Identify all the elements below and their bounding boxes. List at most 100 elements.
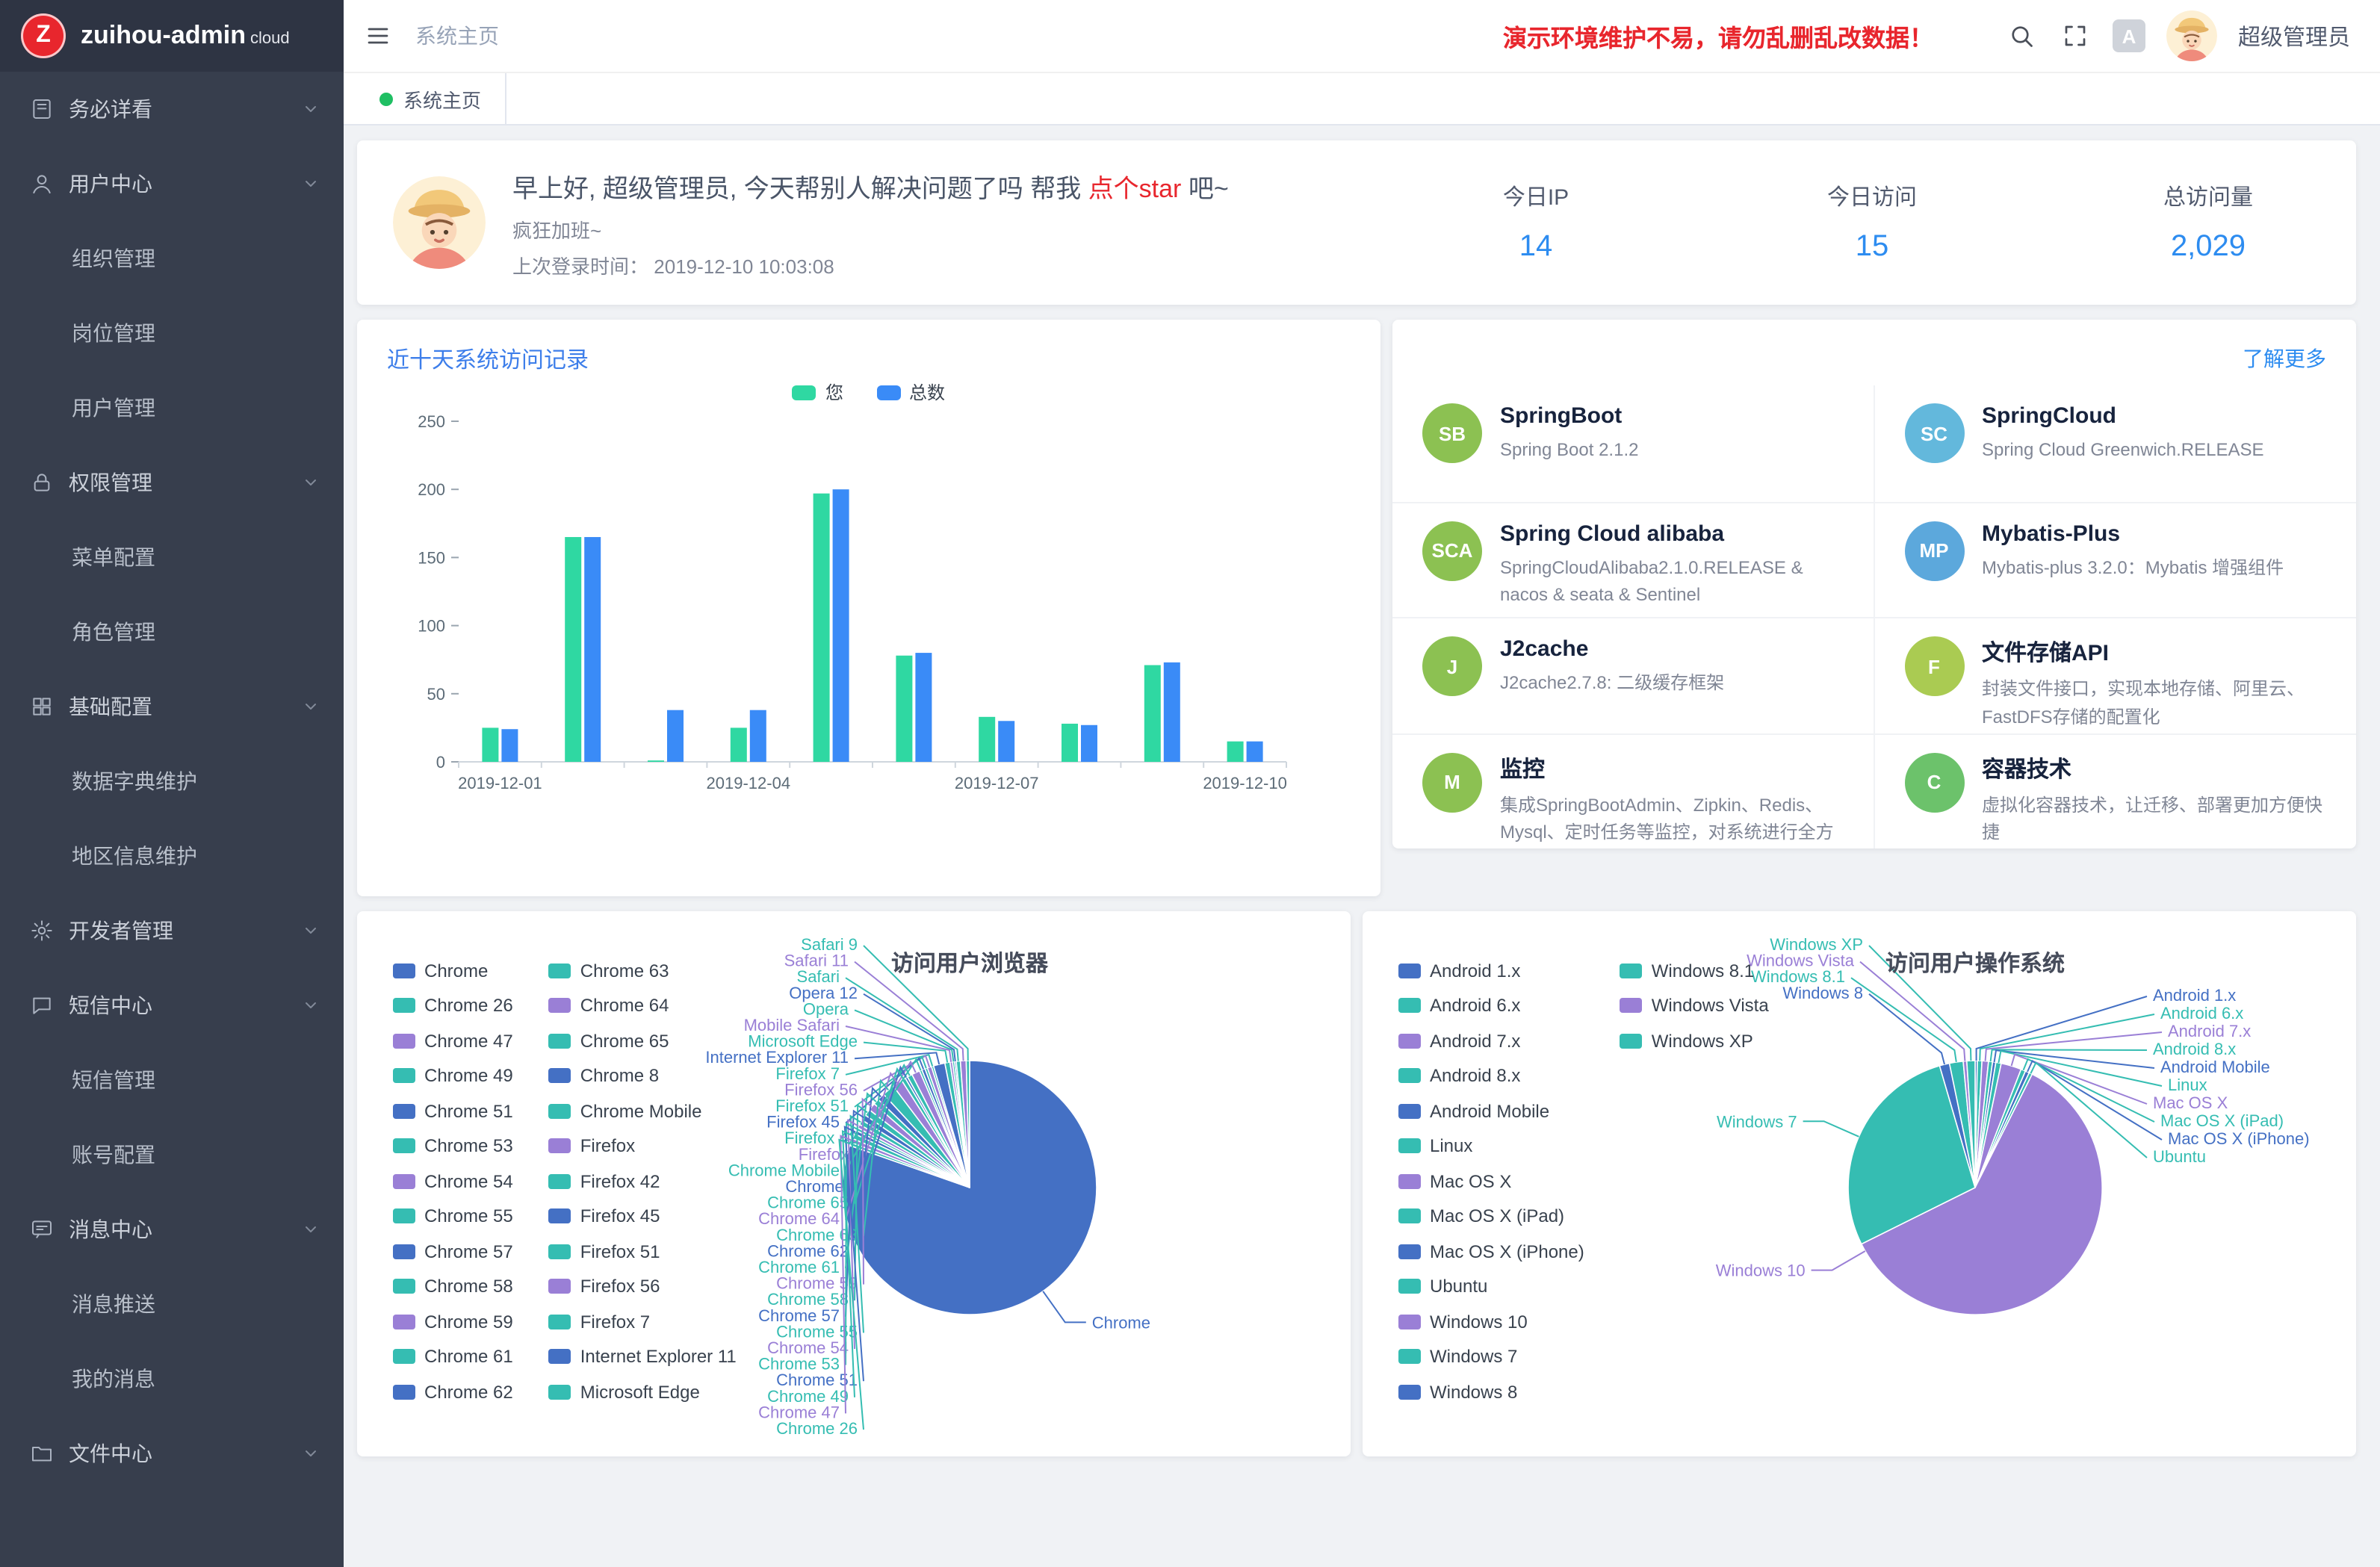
sidebar-subitem-org-mgmt[interactable]: 组织管理 (0, 221, 344, 296)
sidebar-subitem-menu-config[interactable]: 菜单配置 (0, 520, 344, 595)
legend-item-Android 7.x[interactable]: Android 7.x (1398, 1023, 1584, 1058)
legend-item-Chrome 51[interactable]: Chrome 51 (393, 1093, 513, 1129)
legend-item-Windows 8.1[interactable]: Windows 8.1 (1620, 953, 1769, 988)
logo[interactable]: Z zuihou-admincloud (0, 0, 344, 72)
legend-swatch (1398, 1069, 1421, 1084)
sidebar-subitem-region-info[interactable]: 地区信息维护 (0, 819, 344, 893)
legend-item-Windows Vista[interactable]: Windows Vista (1620, 988, 1769, 1023)
legend-item-Android 6.x[interactable]: Android 6.x (1398, 988, 1584, 1023)
legend-swatch (393, 1174, 415, 1189)
tab-home[interactable]: 系统主页 (356, 73, 506, 124)
sidebar-item-user-center[interactable]: 用户中心 (0, 146, 344, 221)
legend-item-Mac OS X (iPhone)[interactable]: Mac OS X (iPhone) (1398, 1234, 1584, 1269)
legend-label: Windows 10 (1430, 1312, 1528, 1332)
legend-item-Chrome 63[interactable]: Chrome 63 (549, 953, 737, 988)
sidebar-item-file-center[interactable]: 文件中心 (0, 1416, 344, 1491)
legend-item-Chrome 65[interactable]: Chrome 65 (549, 1023, 737, 1058)
legend-swatch (1398, 1104, 1421, 1119)
sidebar-subitem-account-config[interactable]: 账号配置 (0, 1117, 344, 1192)
legend-item-Windows 7[interactable]: Windows 7 (1398, 1339, 1584, 1374)
legend-item-Firefox 45[interactable]: Firefox 45 (549, 1199, 737, 1234)
legend-item-Ubuntu[interactable]: Ubuntu (1398, 1269, 1584, 1304)
feature-desc: 集成SpringBootAdmin、Zipkin、Redis、Mysql、定时任… (1500, 791, 1843, 848)
sidebar-item-message-center[interactable]: 消息中心 (0, 1192, 344, 1267)
legend-item-Chrome Mobile[interactable]: Chrome Mobile (549, 1093, 737, 1129)
legend-item-Firefox 7[interactable]: Firefox 7 (549, 1304, 737, 1339)
legend-item-Android 1.x[interactable]: Android 1.x (1398, 953, 1584, 988)
sidebar-item-permission-mgmt[interactable]: 权限管理 (0, 445, 344, 520)
sidebar-item-developer-mgmt[interactable]: 开发者管理 (0, 893, 344, 968)
legend-item-Firefox 56[interactable]: Firefox 56 (549, 1269, 737, 1304)
legend-item-Chrome 58[interactable]: Chrome 58 (393, 1269, 513, 1304)
username[interactable]: 超级管理员 (2238, 20, 2350, 52)
legend-label: Chrome (424, 961, 488, 981)
bar-2019-12-02-您 (565, 537, 581, 762)
greeting-title-prefix: 早上好, 超级管理员, 今天帮别人解决问题了吗 帮我 (512, 174, 1088, 202)
font-size-icon[interactable]: A (2113, 19, 2145, 52)
legend-swatch (393, 1139, 415, 1154)
legend-item-Chrome 53[interactable]: Chrome 53 (393, 1129, 513, 1164)
legend-item-Chrome 64[interactable]: Chrome 64 (549, 988, 737, 1023)
book-icon (30, 97, 54, 121)
legend-item-Internet Explorer 11[interactable]: Internet Explorer 11 (549, 1339, 737, 1374)
legend-swatch (549, 1034, 571, 1049)
legend-item-Linux[interactable]: Linux (1398, 1129, 1584, 1164)
legend-item-Android 8.x[interactable]: Android 8.x (1398, 1058, 1584, 1093)
tab-bar: 系统主页 (344, 73, 2380, 125)
sidebar-item-must-read[interactable]: 务必详看 (0, 72, 344, 146)
user-avatar[interactable] (2166, 10, 2217, 61)
folder-icon (30, 1442, 54, 1465)
legend-item-Firefox 51[interactable]: Firefox 51 (549, 1234, 737, 1269)
sidebar-item-sms-center[interactable]: 短信中心 (0, 968, 344, 1043)
legend-item-Chrome 61[interactable]: Chrome 61 (393, 1339, 513, 1374)
breadcrumb[interactable]: 系统主页 (415, 21, 499, 51)
chart-text: 100 (418, 617, 445, 636)
sidebar-item-basic-config[interactable]: 基础配置 (0, 669, 344, 744)
chart-text: Chrome 26 (776, 1419, 858, 1438)
legend-item-Chrome 59[interactable]: Chrome 59 (393, 1304, 513, 1339)
feature-desc: J2cache2.7.8: 二级缓存框架 (1500, 669, 1724, 697)
legend-item-Chrome 47[interactable]: Chrome 47 (393, 1023, 513, 1058)
legend-item-Chrome 8[interactable]: Chrome 8 (549, 1058, 737, 1093)
brand-suffix: cloud (250, 30, 290, 48)
legend-item-Chrome 54[interactable]: Chrome 54 (393, 1164, 513, 1199)
legend-item-Android Mobile[interactable]: Android Mobile (1398, 1093, 1584, 1129)
legend-item-Windows 8[interactable]: Windows 8 (1398, 1374, 1584, 1409)
sidebar-subitem-sms-mgmt[interactable]: 短信管理 (0, 1043, 344, 1117)
sidebar-subitem-data-dict[interactable]: 数据字典维护 (0, 744, 344, 819)
search-icon[interactable] (2005, 19, 2038, 52)
tab-label: 系统主页 (403, 84, 481, 113)
legend-item-Windows 10[interactable]: Windows 10 (1398, 1304, 1584, 1339)
legend-item-Microsoft Edge[interactable]: Microsoft Edge (549, 1374, 737, 1409)
collapse-sidebar-button[interactable] (362, 19, 394, 52)
legend-label: Chrome 55 (424, 1206, 513, 1227)
legend-item-Chrome 49[interactable]: Chrome 49 (393, 1058, 513, 1093)
legend-swatch (549, 1244, 571, 1259)
legend-item-您[interactable]: 您 (793, 379, 843, 405)
learn-more-link[interactable]: 了解更多 (2243, 344, 2326, 373)
legend-item-总数[interactable]: 总数 (876, 379, 945, 405)
sidebar-subitem-post-mgmt[interactable]: 岗位管理 (0, 296, 344, 370)
legend-item-Chrome[interactable]: Chrome (393, 953, 513, 988)
fullscreen-icon[interactable] (2059, 19, 2092, 52)
sidebar-subitem-user-mgmt[interactable]: 用户管理 (0, 370, 344, 445)
star-link[interactable]: 点个star (1088, 174, 1182, 202)
legend-item-Chrome 26[interactable]: Chrome 26 (393, 988, 513, 1023)
sidebar-subitem-my-messages[interactable]: 我的消息 (0, 1341, 344, 1416)
grid-icon (30, 695, 54, 719)
legend-item-Chrome 62[interactable]: Chrome 62 (393, 1374, 513, 1409)
feature-container-tech: C容器技术虚拟化容器技术，让迁移、部署更加方便快捷 (1874, 733, 2356, 848)
legend-item-Firefox[interactable]: Firefox (549, 1129, 737, 1164)
legend-item-Chrome 57[interactable]: Chrome 57 (393, 1234, 513, 1269)
legend-item-Mac OS X (iPad)[interactable]: Mac OS X (iPad) (1398, 1199, 1584, 1234)
sidebar-subitem-message-push[interactable]: 消息推送 (0, 1267, 344, 1341)
chart-text: 2019-12-10 (1203, 774, 1287, 792)
feature-text: 容器技术虚拟化容器技术，让迁移、部署更加方便快捷 (1982, 752, 2326, 846)
features-card: 了解更多 SBSpringBootSpring Boot 2.1.2SCSpri… (1392, 320, 2356, 848)
legend-item-Windows XP[interactable]: Windows XP (1620, 1023, 1769, 1058)
legend-item-Chrome 55[interactable]: Chrome 55 (393, 1199, 513, 1234)
legend-item-Mac OS X[interactable]: Mac OS X (1398, 1164, 1584, 1199)
sidebar-subitem-role-mgmt[interactable]: 角色管理 (0, 595, 344, 669)
legend-item-Firefox 42[interactable]: Firefox 42 (549, 1164, 737, 1199)
chart-text: Mac OS X (iPad) (2160, 1111, 2284, 1130)
